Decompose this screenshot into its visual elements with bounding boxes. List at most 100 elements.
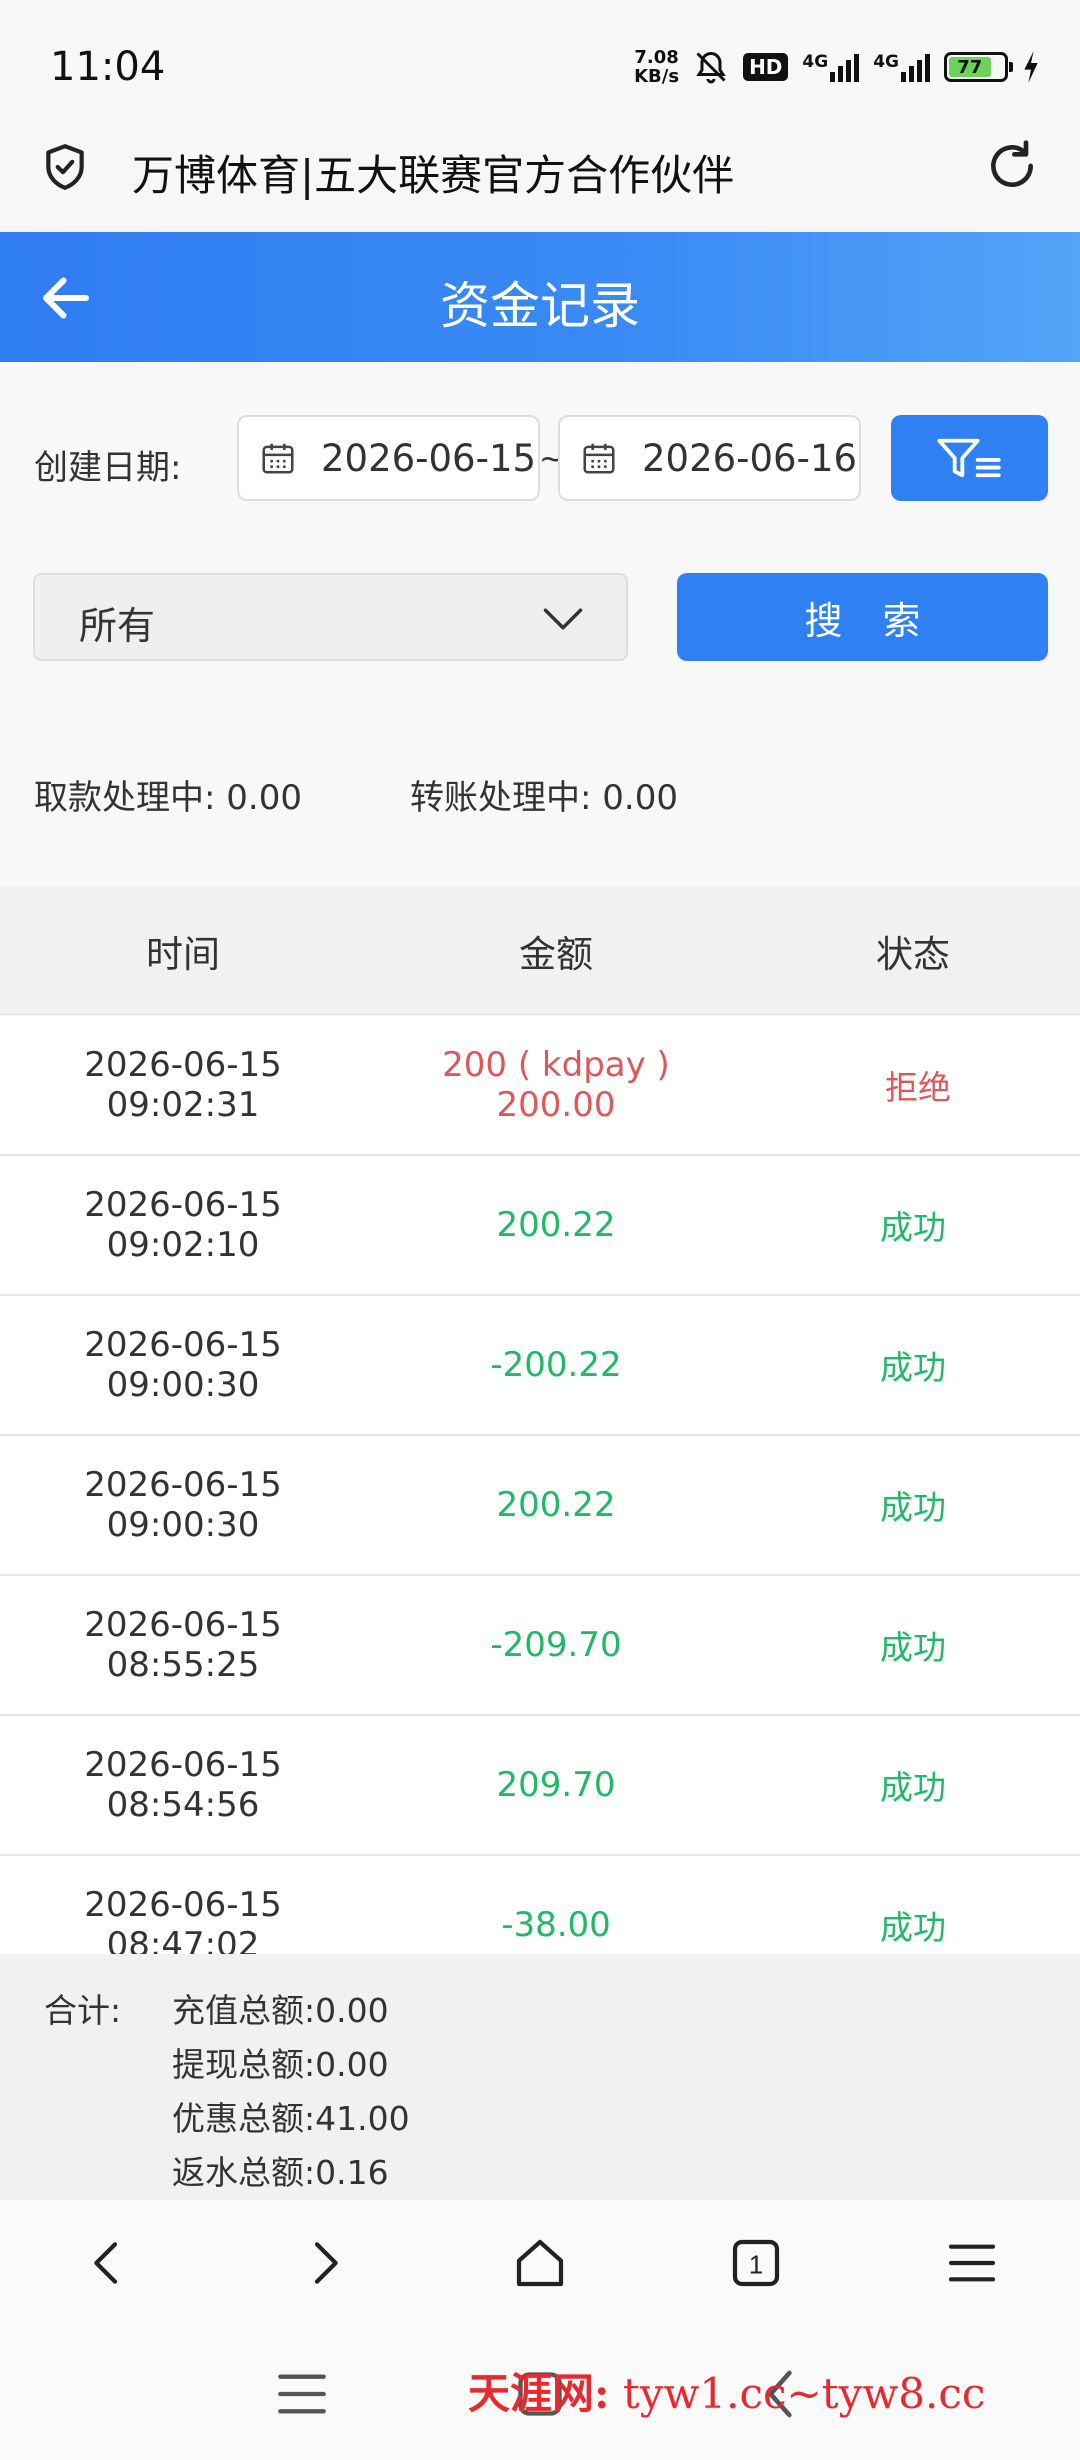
row-status: 成功 — [880, 1348, 946, 1387]
row-clock: 08:55:25 — [106, 1645, 260, 1685]
row-time: 2026-06-15 09:02:31 — [0, 1045, 366, 1125]
start-date-value: 2026-06-15 — [321, 436, 537, 480]
bonus-total: 优惠总额:41.00 — [172, 2092, 410, 2140]
end-date-field[interactable]: 2026-06-16 — [558, 415, 861, 501]
calendar-icon — [262, 443, 294, 474]
row-amount: -200.22 — [490, 1345, 622, 1385]
battery-icon: 77 — [944, 52, 1013, 82]
row-amount: 200.22 — [496, 1485, 616, 1525]
status-bar: 11:04 7.08 KB/s HD 4G 4G 77 — [0, 0, 1080, 120]
row-date: 2026-06-15 — [84, 1605, 282, 1645]
search-button[interactable]: 搜 索 — [677, 573, 1048, 661]
column-header-amount: 金额 — [519, 932, 593, 976]
row-status: 成功 — [880, 1628, 946, 1667]
reload-icon[interactable] — [984, 138, 1040, 194]
battery-level: 77 — [949, 57, 991, 78]
filter-panel: 创建日期: 2026-06-15 ~ 2026-06-16 所有 搜 索 取款处… — [0, 362, 1080, 887]
calendar-icon — [583, 443, 615, 474]
row-date: 2026-06-15 — [84, 1745, 282, 1785]
deposit-total-label: 充值总额: — [172, 1991, 316, 2030]
row-time: 2026-06-15 08:55:25 — [0, 1605, 366, 1685]
signal-1: 4G — [802, 52, 860, 82]
withdraw-pending-label: 取款处理中: — [34, 778, 216, 818]
table-row[interactable]: 2026-06-15 08:55:25 -209.70 成功 — [0, 1576, 1080, 1716]
transfer-pending: 转账处理中: 0.00 — [410, 770, 678, 819]
row-status: 成功 — [880, 1768, 946, 1807]
table-row[interactable]: 2026-06-15 09:00:30 -200.22 成功 — [0, 1296, 1080, 1436]
row-time: 2026-06-15 08:47:02 — [0, 1885, 366, 1954]
record-type-select[interactable]: 所有 — [33, 573, 628, 661]
table-row[interactable]: 2026-06-15 08:54:56 209.70 成功 — [0, 1716, 1080, 1856]
withdraw-total: 提现总额:0.00 — [172, 2038, 389, 2086]
browser-address-bar: 万博体育|五大联赛官方合作伙伴 — [0, 120, 1080, 232]
start-date-field[interactable]: 2026-06-15 — [237, 415, 540, 501]
table-row[interactable]: 2026-06-15 09:00:30 200.22 成功 — [0, 1436, 1080, 1576]
row-clock: 09:00:30 — [106, 1365, 260, 1405]
tabs-icon[interactable]: 1 — [728, 2235, 784, 2291]
end-date-value: 2026-06-16 — [642, 436, 858, 480]
app-header: 资金记录 — [0, 232, 1080, 362]
rebate-total-value: 0.16 — [315, 2153, 389, 2192]
row-date: 2026-06-15 — [84, 1325, 282, 1365]
watermark-urls: tyw1.cc~tyw8.cc — [622, 2369, 986, 2418]
recent-apps-icon[interactable] — [276, 2370, 328, 2418]
system-nav-bar: 天涯网: tyw1.cc~tyw8.cc — [0, 2326, 1080, 2460]
chevron-left-icon[interactable] — [80, 2235, 136, 2291]
deposit-total: 充值总额:0.00 — [172, 1984, 389, 2032]
bonus-total-label: 优惠总额: — [172, 2099, 316, 2138]
row-amount: 200 ( kdpay ) 200.00 — [366, 1045, 746, 1125]
row-time: 2026-06-15 09:00:30 — [0, 1325, 366, 1405]
shield-check-icon[interactable] — [40, 142, 90, 192]
network-type-2: 4G — [873, 52, 899, 72]
row-date: 2026-06-15 — [84, 1465, 282, 1505]
signal-bars-icon — [830, 52, 860, 82]
row-date: 2026-06-15 — [84, 1885, 282, 1925]
browser-page-title[interactable]: 万博体育|五大联赛官方合作伙伴 — [132, 142, 734, 203]
table-row[interactable]: 2026-06-15 09:02:10 200.22 成功 — [0, 1156, 1080, 1296]
bonus-total-value: 41.00 — [315, 2099, 410, 2138]
chevron-down-icon — [543, 608, 583, 630]
row-clock: 08:47:02 — [106, 1925, 260, 1954]
row-time: 2026-06-15 09:02:10 — [0, 1185, 366, 1265]
row-time: 2026-06-15 08:54:56 — [0, 1745, 366, 1825]
row-clock: 09:02:10 — [106, 1225, 260, 1265]
signal-2: 4G — [873, 52, 930, 82]
row-date: 2026-06-15 — [84, 1045, 282, 1085]
column-header-time: 时间 — [146, 932, 220, 976]
status-time: 11:04 — [50, 44, 166, 90]
table-row[interactable]: 2026-06-15 09:02:31 200 ( kdpay ) 200.00 拒… — [0, 1016, 1080, 1156]
rebate-total: 返水总额:0.16 — [172, 2146, 389, 2194]
transfer-pending-label: 转账处理中: — [410, 778, 592, 818]
row-amount: 200.22 — [496, 1205, 616, 1245]
signal-bars-icon — [901, 52, 930, 82]
row-status: 成功 — [880, 1488, 946, 1527]
row-date: 2026-06-15 — [84, 1185, 282, 1225]
filter-button[interactable] — [891, 415, 1048, 501]
menu-icon[interactable] — [944, 2235, 1000, 2291]
row-amount-line2: 200.00 — [496, 1085, 616, 1125]
network-type-1: 4G — [802, 52, 829, 72]
filter-icon — [936, 438, 1001, 478]
status-icons: 7.08 KB/s HD 4G 4G 77 — [634, 46, 1040, 88]
row-status: 拒绝 — [885, 1068, 951, 1107]
withdraw-total-label: 提现总额: — [172, 2045, 316, 2084]
deposit-total-value: 0.00 — [315, 1991, 389, 2030]
column-header-status: 状态 — [876, 932, 950, 976]
row-amount: -209.70 — [490, 1625, 622, 1665]
chevron-right-icon[interactable] — [296, 2235, 352, 2291]
withdraw-total-value: 0.00 — [315, 2045, 389, 2084]
row-time: 2026-06-15 09:00:30 — [0, 1465, 366, 1545]
record-type-value: 所有 — [79, 604, 156, 648]
row-clock: 08:54:56 — [106, 1785, 260, 1825]
row-amount-line1: 200 ( kdpay ) — [442, 1045, 670, 1085]
row-clock: 09:00:30 — [106, 1505, 260, 1545]
charging-icon — [1024, 51, 1038, 83]
row-clock: 09:02:31 — [106, 1085, 260, 1125]
row-amount: 209.70 — [496, 1765, 616, 1805]
table-header: 时间 金额 状态 — [0, 887, 1080, 1015]
table-row[interactable]: 2026-06-15 08:47:02 -38.00 成功 — [0, 1856, 1080, 1954]
home-icon[interactable] — [512, 2235, 568, 2291]
table-body[interactable]: 2026-06-15 09:02:31 200 ( kdpay ) 200.00 拒… — [0, 1016, 1080, 1954]
date-label: 创建日期: — [34, 448, 182, 488]
rebate-total-label: 返水总额: — [172, 2153, 316, 2192]
